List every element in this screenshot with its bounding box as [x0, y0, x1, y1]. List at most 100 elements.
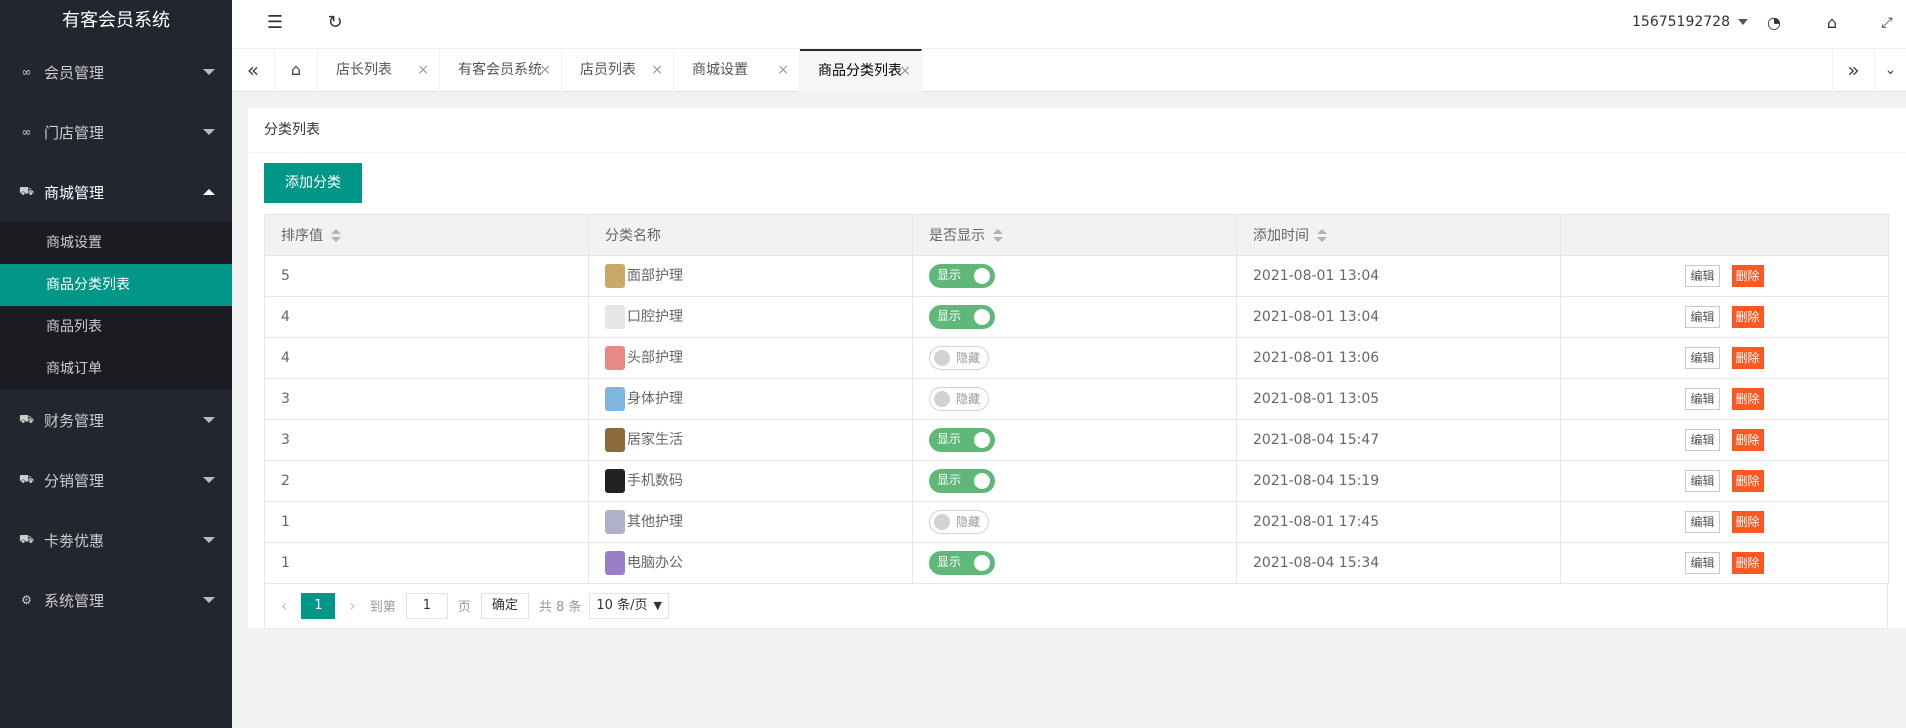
- edit-button[interactable]: 编辑: [1685, 306, 1720, 328]
- cell-sort: 1: [264, 501, 589, 543]
- infinity-icon: ∞: [21, 65, 32, 79]
- sidebar-item-6[interactable]: ⚙ 系统管理: [0, 570, 232, 630]
- sidebar-item-0[interactable]: ∞ 会员管理: [0, 42, 232, 102]
- fullscreen-icon[interactable]: ⤢: [1872, 0, 1902, 48]
- cell-name: 其他护理: [588, 501, 913, 543]
- next-page-icon[interactable]: ›: [349, 596, 355, 615]
- pagination: ‹ 1 › 到第 1 页 确定 共 8 条 10 条/页 ▼: [264, 583, 1888, 629]
- sort-icon[interactable]: [331, 229, 341, 243]
- tab-scroll-right-icon[interactable]: »: [1832, 49, 1875, 92]
- edit-button[interactable]: 编辑: [1685, 552, 1720, 574]
- close-icon[interactable]: ×: [899, 51, 911, 91]
- cell-show: 显示: [912, 460, 1237, 502]
- table-row: 2 手机数码 显示 2021-08-04 15:19 编辑 删除: [264, 460, 1889, 502]
- cell-name: 口腔护理: [588, 296, 913, 338]
- delete-button[interactable]: 删除: [1731, 265, 1764, 287]
- close-icon[interactable]: ×: [417, 49, 429, 92]
- sidebar-subitem-3[interactable]: 商城订单: [0, 348, 232, 390]
- cell-show: 隐藏: [912, 501, 1237, 543]
- prev-page-icon[interactable]: ‹: [281, 596, 287, 615]
- user-menu[interactable]: 15675192728: [1632, 0, 1749, 44]
- visibility-toggle[interactable]: 隐藏: [929, 387, 989, 411]
- delete-button[interactable]: 删除: [1731, 552, 1764, 574]
- delete-button[interactable]: 删除: [1731, 388, 1764, 410]
- goto-ok-button[interactable]: 确定: [480, 592, 529, 619]
- delete-button[interactable]: 删除: [1731, 429, 1764, 451]
- home-icon[interactable]: ⌂: [275, 49, 318, 92]
- cell-actions: 编辑 删除: [1560, 419, 1889, 461]
- sidebar-subitem-2[interactable]: 商品列表: [0, 306, 232, 348]
- table-row: 1 其他护理 隐藏 2021-08-01 17:45 编辑 删除: [264, 501, 1889, 543]
- edit-button[interactable]: 编辑: [1685, 511, 1720, 533]
- delete-button[interactable]: 删除: [1731, 306, 1764, 328]
- sidebar-item-1[interactable]: ∞ 门店管理: [0, 102, 232, 162]
- user-name: 15675192728: [1632, 14, 1730, 30]
- cell-time: 2021-08-04 15:47: [1236, 419, 1561, 461]
- cell-sort: 3: [264, 378, 589, 420]
- page-input[interactable]: 1: [405, 592, 448, 619]
- close-icon[interactable]: ×: [539, 49, 551, 92]
- cart-icon: ⛟: [18, 412, 35, 426]
- sidebar-subitem-0[interactable]: 商城设置: [0, 222, 232, 264]
- visibility-toggle[interactable]: 隐藏: [929, 510, 989, 534]
- visibility-toggle[interactable]: 显示: [929, 264, 995, 288]
- infinity-icon: ∞: [21, 125, 32, 139]
- sidebar-item-4[interactable]: ⛟ 分销管理: [0, 450, 232, 510]
- sidebar-item-5[interactable]: ⛟ 卡劵优惠: [0, 510, 232, 570]
- theme-icon[interactable]: ◔: [1759, 0, 1789, 48]
- cart-icon: ⛟: [18, 472, 35, 486]
- category-thumbnail: [605, 551, 625, 575]
- edit-button[interactable]: 编辑: [1685, 347, 1720, 369]
- tag-icon[interactable]: ⌂: [1817, 0, 1847, 48]
- tab-0[interactable]: 店长列表 ×: [318, 49, 440, 92]
- delete-button[interactable]: 删除: [1731, 347, 1764, 369]
- page-size-select[interactable]: 10 条/页 ▼: [589, 592, 669, 619]
- visibility-toggle[interactable]: 显示: [929, 469, 995, 493]
- sidebar-item-2[interactable]: ⛟ 商城管理: [0, 162, 232, 222]
- delete-button[interactable]: 删除: [1731, 511, 1764, 533]
- tab-scroll-left-icon[interactable]: «: [232, 49, 275, 92]
- edit-button[interactable]: 编辑: [1685, 265, 1720, 287]
- close-icon[interactable]: ×: [777, 49, 789, 92]
- cell-name: 手机数码: [588, 460, 913, 502]
- visibility-toggle[interactable]: 显示: [929, 428, 995, 452]
- category-thumbnail: [605, 346, 625, 370]
- table-row: 3 身体护理 隐藏 2021-08-01 13:05 编辑 删除: [264, 378, 1889, 420]
- cell-actions: 编辑 删除: [1560, 460, 1889, 502]
- tab-4[interactable]: 商品分类列表 ×: [800, 49, 922, 92]
- tab-1[interactable]: 有客会员系统 ×: [440, 49, 562, 92]
- edit-button[interactable]: 编辑: [1685, 388, 1720, 410]
- col-sort[interactable]: 排序值: [264, 214, 589, 256]
- col-show[interactable]: 是否显示: [912, 214, 1237, 256]
- page-current[interactable]: 1: [301, 592, 336, 619]
- sort-icon[interactable]: [1317, 229, 1327, 243]
- tab-options-icon[interactable]: ⌄: [1875, 49, 1906, 92]
- tab-2[interactable]: 店员列表 ×: [562, 49, 674, 92]
- category-thumbnail: [605, 264, 625, 288]
- close-icon[interactable]: ×: [651, 49, 663, 92]
- chevron-down-icon: [1738, 19, 1749, 25]
- sort-icon[interactable]: [993, 229, 1003, 243]
- visibility-toggle[interactable]: 隐藏: [929, 346, 989, 370]
- sidebar-item-label: 分销管理: [44, 471, 105, 490]
- cell-sort: 5: [264, 255, 589, 297]
- tab-3[interactable]: 商城设置 ×: [674, 49, 800, 92]
- chevron-down-icon: [203, 477, 215, 483]
- cell-time: 2021-08-01 13:05: [1236, 378, 1561, 420]
- visibility-toggle[interactable]: 显示: [929, 551, 995, 575]
- col-time[interactable]: 添加时间: [1236, 214, 1561, 256]
- sidebar-item-3[interactable]: ⛟ 财务管理: [0, 390, 232, 450]
- cell-sort: 3: [264, 419, 589, 461]
- visibility-toggle[interactable]: 显示: [929, 305, 995, 329]
- cell-show: 隐藏: [912, 337, 1237, 379]
- delete-button[interactable]: 删除: [1731, 470, 1764, 492]
- edit-button[interactable]: 编辑: [1685, 429, 1720, 451]
- refresh-icon[interactable]: ↻: [320, 0, 350, 48]
- edit-button[interactable]: 编辑: [1685, 470, 1720, 492]
- collapse-menu-icon[interactable]: ☰: [260, 0, 290, 48]
- cell-actions: 编辑 删除: [1560, 337, 1889, 379]
- sidebar-subitem-1[interactable]: 商品分类列表: [0, 264, 232, 306]
- cell-time: 2021-08-01 13:06: [1236, 337, 1561, 379]
- add-category-button[interactable]: 添加分类: [264, 163, 362, 203]
- tab-label: 商城设置: [692, 62, 748, 78]
